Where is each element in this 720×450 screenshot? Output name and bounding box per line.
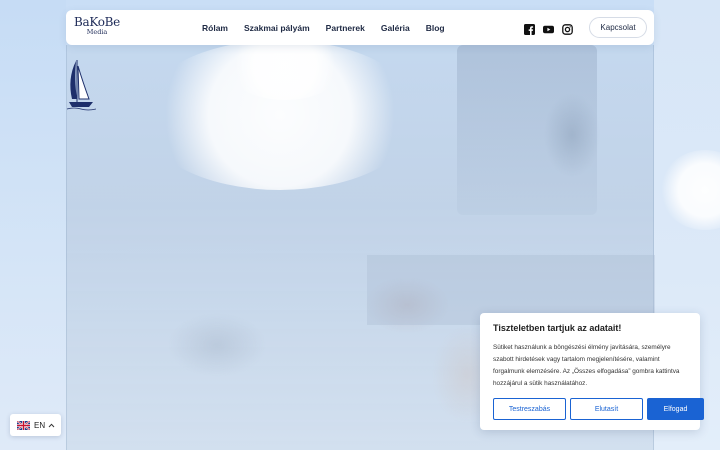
background-left-panel: [0, 0, 66, 450]
nav-item-szakmai-palyam[interactable]: Szakmai pályám: [244, 23, 310, 33]
accept-button[interactable]: Elfogad: [647, 398, 704, 420]
customize-button[interactable]: Testreszabás: [493, 398, 566, 420]
logo-main-text: BaKoBe: [74, 15, 120, 29]
hero-photo-figure: [457, 45, 597, 215]
uk-flag-icon: [17, 420, 30, 430]
cookie-title: Tiszteletben tartjuk az adatait!: [493, 323, 622, 333]
instagram-icon[interactable]: [562, 22, 573, 35]
language-switcher[interactable]: EN: [10, 414, 61, 436]
social-links: [524, 10, 581, 45]
cookie-buttons: Testreszabás Elutasít Elfogad: [493, 398, 704, 420]
main-nav: Rólam Szakmai pályám Partnerek Galéria B…: [202, 10, 461, 45]
contact-button[interactable]: Kapcsolat: [589, 17, 647, 38]
nav-item-galeria[interactable]: Galéria: [381, 23, 410, 33]
sailboat-icon: [66, 60, 96, 111]
youtube-icon[interactable]: [543, 22, 554, 34]
nav-item-blog[interactable]: Blog: [426, 23, 445, 33]
chevron-up-icon: [48, 423, 55, 427]
cookie-text: Sütiket használunk a böngészési élmény j…: [493, 344, 680, 387]
site-logo[interactable]: BaKoBe Media: [73, 16, 121, 42]
language-code: EN: [34, 420, 46, 430]
nav-item-partnerek[interactable]: Partnerek: [326, 23, 365, 33]
nav-item-rolam[interactable]: Rólam: [202, 23, 228, 33]
reject-button[interactable]: Elutasít: [570, 398, 643, 420]
cookie-consent-dialog: Tiszteletben tartjuk az adatait! Sütiket…: [480, 313, 704, 430]
facebook-icon[interactable]: [524, 22, 535, 35]
logo-sub-text: Media: [86, 28, 108, 36]
site-header: BaKoBe Media Rólam Szakmai pályám Partne…: [66, 10, 654, 45]
